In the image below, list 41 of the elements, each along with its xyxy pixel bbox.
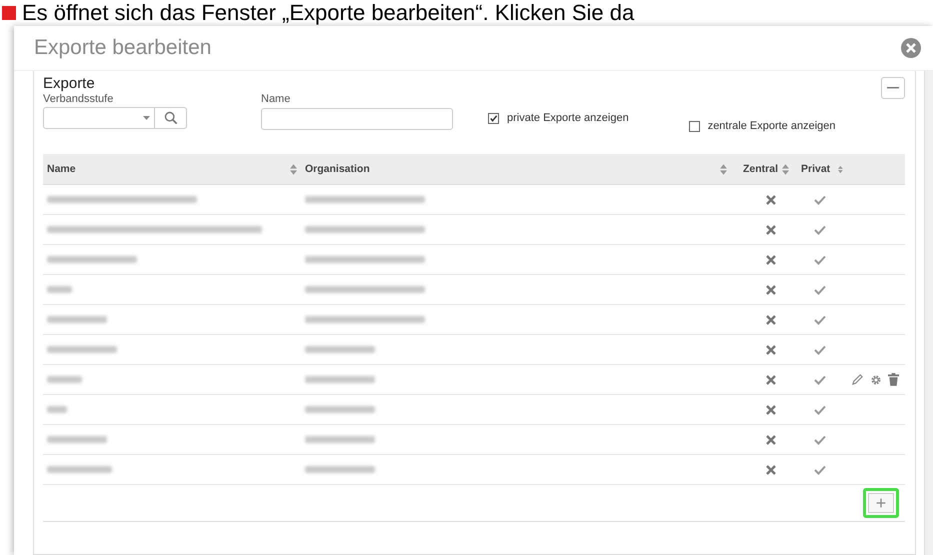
warning-square-icon [2, 6, 16, 20]
blurred-text [305, 376, 375, 383]
blurred-text [47, 286, 72, 293]
instruction-text: Es öffnet sich das Fenster „Exporte bearbeiten“. Klicken Sie da [22, 0, 634, 26]
trash-icon[interactable] [888, 373, 899, 386]
checkbox[interactable] [488, 112, 499, 124]
sort-icon[interactable] [838, 164, 843, 174]
blurred-text [47, 436, 107, 443]
caret-icon [143, 116, 150, 120]
name-input-field[interactable] [261, 108, 453, 130]
blurred-text [47, 466, 112, 473]
sort-icon[interactable] [720, 164, 727, 174]
field-label: Verbandsstufe [43, 93, 114, 105]
blurred-text [47, 406, 67, 413]
blurred-text [305, 346, 375, 353]
sort-icon[interactable] [782, 164, 789, 174]
search-button[interactable] [155, 107, 187, 129]
blurred-text [47, 346, 117, 353]
collapse-button[interactable] [881, 77, 905, 99]
column-header[interactable]: Zentral [742, 163, 778, 175]
pencil-icon[interactable] [851, 373, 864, 386]
column-header[interactable]: Organisation [305, 163, 370, 175]
panel-title: Exporte [43, 75, 95, 92]
scrollbar[interactable] [924, 71, 933, 555]
gear-icon[interactable] [870, 374, 882, 386]
checkbox[interactable] [688, 120, 700, 132]
checkbox-label: zentrale Exporte anzeigen [708, 120, 836, 132]
blurred-text [47, 376, 82, 383]
close-icon[interactable] [901, 38, 921, 58]
blurred-text [47, 316, 107, 323]
field-label: Name [261, 93, 292, 105]
column-header[interactable]: Name [47, 163, 76, 175]
minus-icon [887, 87, 899, 89]
blurred-text [305, 406, 375, 413]
blurred-text [305, 466, 375, 473]
checkbox-label: private Exporte anzeigen [507, 112, 629, 124]
sort-icon[interactable] [290, 164, 297, 174]
blurred-text [305, 436, 375, 443]
search-icon [164, 111, 178, 125]
column-header[interactable]: Privat [801, 163, 830, 175]
window-title: Exporte bearbeiten [34, 36, 212, 60]
